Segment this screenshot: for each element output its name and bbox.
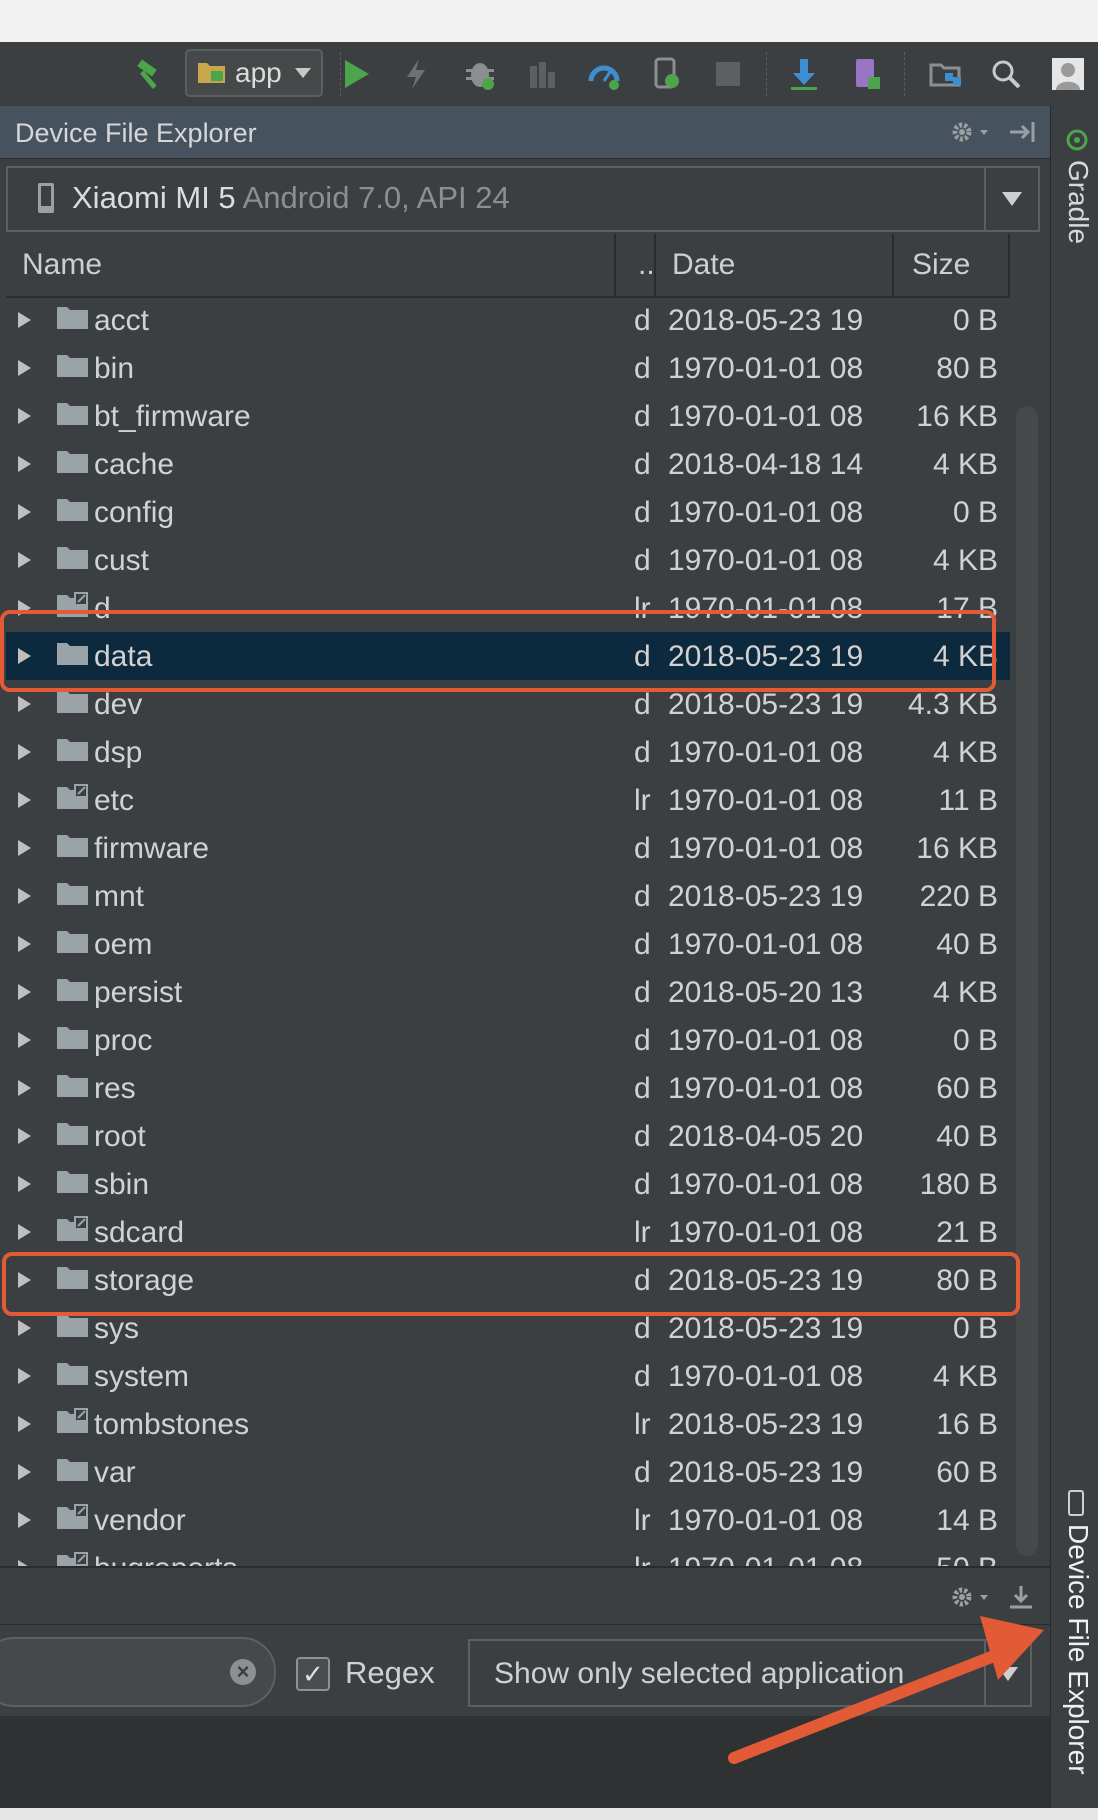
annotation-arrow	[728, 1616, 1044, 1764]
